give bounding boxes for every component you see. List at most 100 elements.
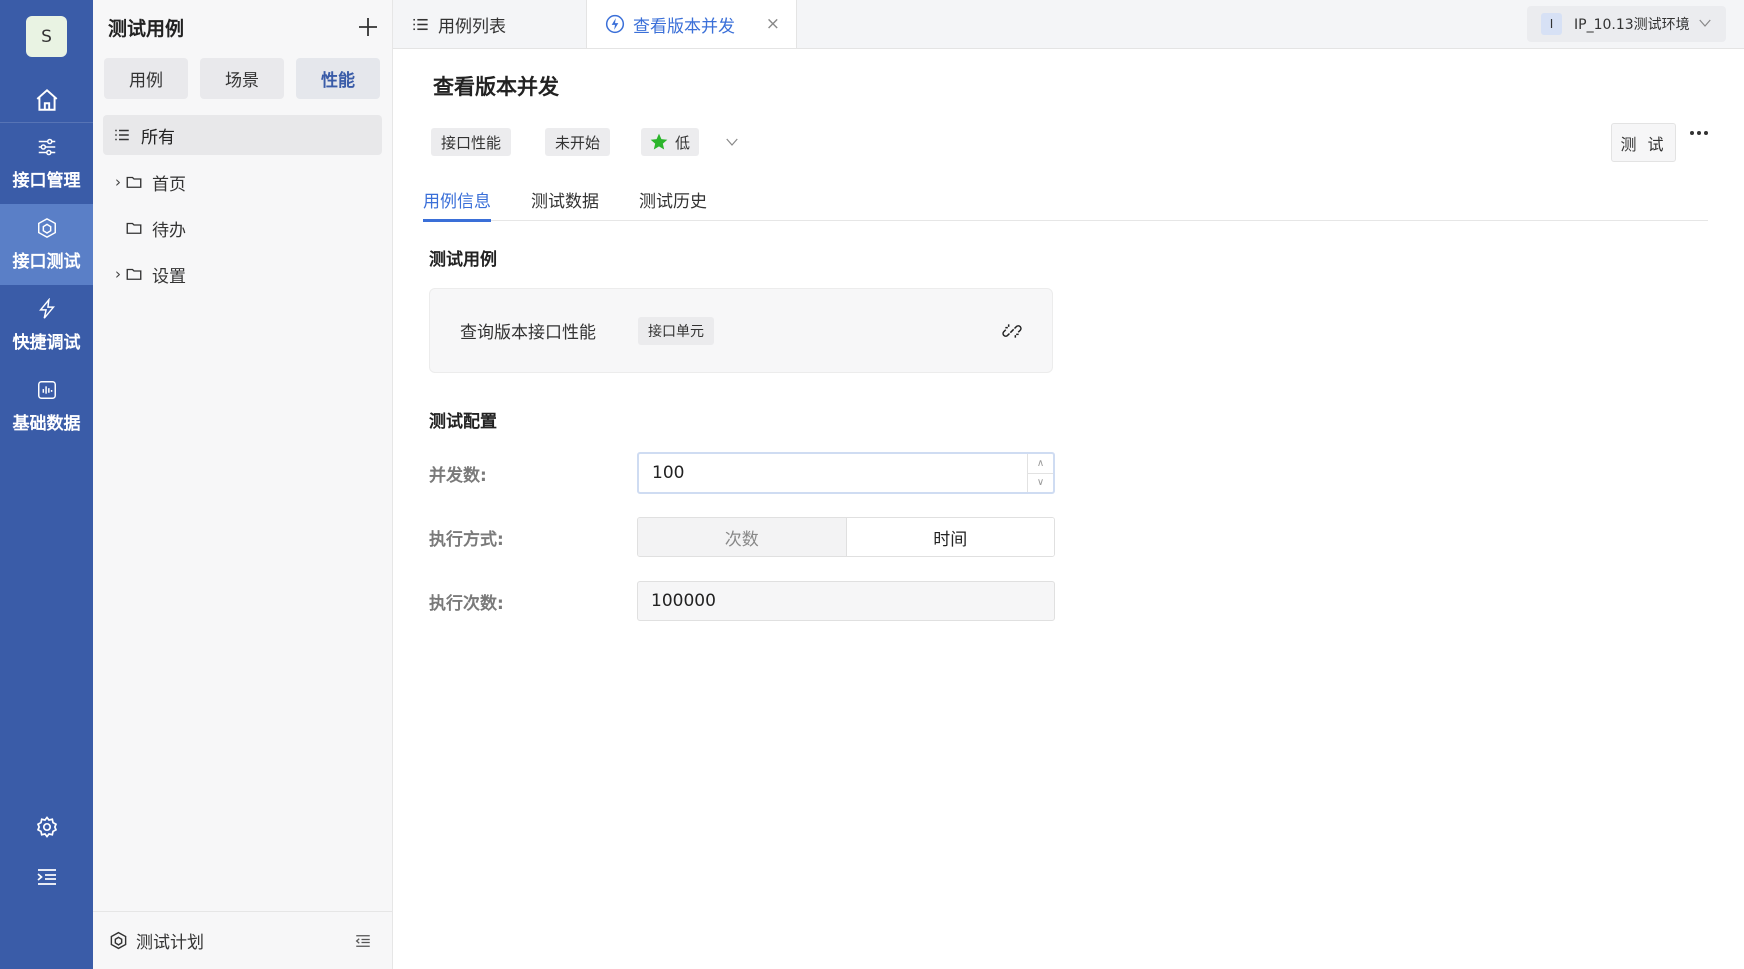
segment-scenarios[interactable]: 场景 — [200, 58, 284, 99]
section-heading: 测试配置 — [429, 412, 497, 432]
chevron-right-icon[interactable]: › — [103, 265, 125, 283]
chevron-down-icon — [1699, 19, 1711, 27]
home-icon — [36, 88, 57, 111]
collapse-panel-icon[interactable] — [354, 932, 372, 950]
case-name: 查询版本接口性能 — [460, 323, 596, 343]
mode-option-time[interactable]: 时间 — [846, 518, 1054, 556]
rail-item-api-testing[interactable]: 接口测试 — [0, 204, 93, 285]
tree-node-home[interactable]: › 首页 — [93, 159, 392, 205]
count-field[interactable]: 100000 — [637, 581, 1055, 621]
tab-case-info[interactable]: 用例信息 — [423, 177, 491, 222]
run-test-button[interactable]: 测 试 — [1611, 123, 1676, 162]
page-title: 查看版本并发 — [433, 75, 559, 99]
rail-item-label: 快捷调试 — [12, 333, 81, 353]
priority-label: 低 — [675, 133, 691, 152]
cube-icon — [110, 931, 127, 950]
test-plan-link[interactable]: 测试计划 — [109, 928, 204, 953]
tab-test-history[interactable]: 测试历史 — [639, 177, 707, 221]
config-section: 测试配置 并发数: 100 ∧ ∨ 执行方式: 次数 时间 执行次数: 1000… — [429, 407, 1708, 622]
rail-item-quick-debug[interactable]: 快捷调试 — [0, 285, 93, 366]
tab-bar: 用例列表 查看版本并发 × I IP_10.13测试环境 — [393, 0, 1744, 49]
linked-case-card[interactable]: 查询版本接口性能 接口单元 — [429, 288, 1053, 373]
indent-icon — [36, 869, 56, 885]
mode-radio-group: 次数 时间 — [637, 517, 1055, 557]
lightning-icon — [38, 298, 55, 319]
avatar[interactable]: S — [26, 16, 67, 57]
collapse-rail-button[interactable] — [0, 863, 93, 891]
decrement-button[interactable]: ∨ — [1028, 472, 1053, 493]
detail-content: 查看版本并发 接口性能 未开始 低 测 试 用例信息 测试数据 测试历史 测试用… — [393, 71, 1744, 622]
add-icon[interactable] — [356, 15, 380, 39]
type-tag: 接口性能 — [431, 128, 512, 156]
rail-item-label: 接口测试 — [12, 252, 81, 272]
chart-box-icon — [37, 381, 56, 399]
case-section: 测试用例 查询版本接口性能 接口单元 — [429, 245, 1708, 373]
rail-item-label: 接口管理 — [12, 171, 81, 191]
tree-header: 测试用例 — [93, 0, 392, 54]
tree-node-label: 设置 — [152, 266, 186, 287]
tree-footer: 测试计划 — [93, 911, 392, 969]
more-options-icon[interactable] — [1690, 131, 1708, 135]
mode-option-count[interactable]: 次数 — [638, 518, 847, 556]
star-icon — [650, 133, 668, 150]
concurrency-label: 并发数: — [429, 465, 487, 486]
tree-node-label: 待办 — [152, 220, 186, 241]
chevron-right-icon[interactable]: › — [103, 173, 125, 191]
detail-tabs: 用例信息 测试数据 测试历史 — [423, 177, 1708, 222]
status-badge: 未开始 — [545, 128, 611, 156]
count-row: 执行次数: 100000 — [429, 580, 1708, 622]
segment-cases[interactable]: 用例 — [104, 58, 188, 99]
folder-icon — [125, 173, 143, 191]
case-meta-row: 接口性能 未开始 低 测 试 — [431, 121, 1708, 163]
concurrency-stepper[interactable]: 100 ∧ ∨ — [637, 452, 1055, 494]
tab-case-list[interactable]: 用例列表 — [393, 0, 587, 48]
tree-nodes: › 首页 待办 › 设置 — [93, 159, 392, 297]
gear-icon — [36, 816, 57, 838]
section-heading: 测试用例 — [429, 250, 497, 270]
tab-test-data[interactable]: 测试数据 — [531, 177, 599, 221]
case-type-tag: 接口单元 — [638, 316, 714, 345]
folder-icon — [125, 219, 143, 237]
priority-dropdown[interactable] — [723, 133, 741, 151]
close-icon[interactable]: × — [766, 14, 780, 34]
tree-node-settings[interactable]: › 设置 — [93, 251, 392, 297]
tab-view-concurrency[interactable]: 查看版本并发 × — [587, 0, 797, 48]
rail-item-base-data[interactable]: 基础数据 — [0, 366, 93, 447]
mode-label: 执行方式: — [429, 529, 504, 550]
chevron-down-icon — [726, 138, 738, 146]
concurrency-row: 并发数: 100 ∧ ∨ — [429, 452, 1708, 494]
tree-title: 测试用例 — [108, 17, 185, 40]
environment-selector[interactable]: I IP_10.13测试环境 — [1527, 6, 1726, 42]
unlink-icon[interactable] — [1002, 321, 1022, 341]
main-area: 用例列表 查看版本并发 × I IP_10.13测试环境 查看版本并发 接口性能… — [393, 0, 1744, 969]
env-label: IP_10.13测试环境 — [1574, 17, 1690, 33]
folder-icon — [125, 265, 143, 283]
tab-label: 用例列表 — [438, 16, 506, 37]
tree-node-label: 首页 — [152, 174, 186, 195]
app-window: S 接口管理 接口测试 快捷调试 基础数据 测试用例 用例 场景 性能 所有 ›… — [0, 0, 1744, 969]
home-button[interactable] — [0, 77, 93, 123]
increment-button[interactable]: ∧ — [1028, 454, 1053, 473]
segment-performance[interactable]: 性能 — [296, 58, 380, 99]
rail-item-label: 基础数据 — [12, 414, 81, 434]
rail-item-api-management[interactable]: 接口管理 — [0, 123, 93, 204]
settings-button[interactable] — [0, 813, 93, 841]
tree-item-label: 所有 — [141, 127, 175, 148]
list-icon — [115, 129, 129, 141]
mode-row: 执行方式: 次数 时间 — [429, 516, 1708, 558]
nav-rail: S 接口管理 接口测试 快捷调试 基础数据 — [0, 0, 93, 969]
stepper-buttons: ∧ ∨ — [1027, 454, 1053, 492]
tab-label: 查看版本并发 — [633, 16, 735, 37]
tree-node-todo[interactable]: 待办 — [93, 205, 392, 251]
env-badge: I — [1541, 13, 1562, 35]
count-label: 执行次数: — [429, 593, 504, 614]
tree-item-all[interactable]: 所有 — [103, 115, 382, 155]
tree-segments: 用例 场景 性能 — [93, 54, 392, 99]
test-plan-label: 测试计划 — [136, 933, 204, 953]
lightning-circle-icon — [605, 14, 625, 34]
list-icon — [413, 18, 428, 30]
cube-icon — [37, 217, 56, 239]
concurrency-value[interactable]: 100 — [639, 463, 684, 483]
priority-badge[interactable]: 低 — [641, 128, 700, 156]
sliders-icon — [38, 138, 55, 156]
